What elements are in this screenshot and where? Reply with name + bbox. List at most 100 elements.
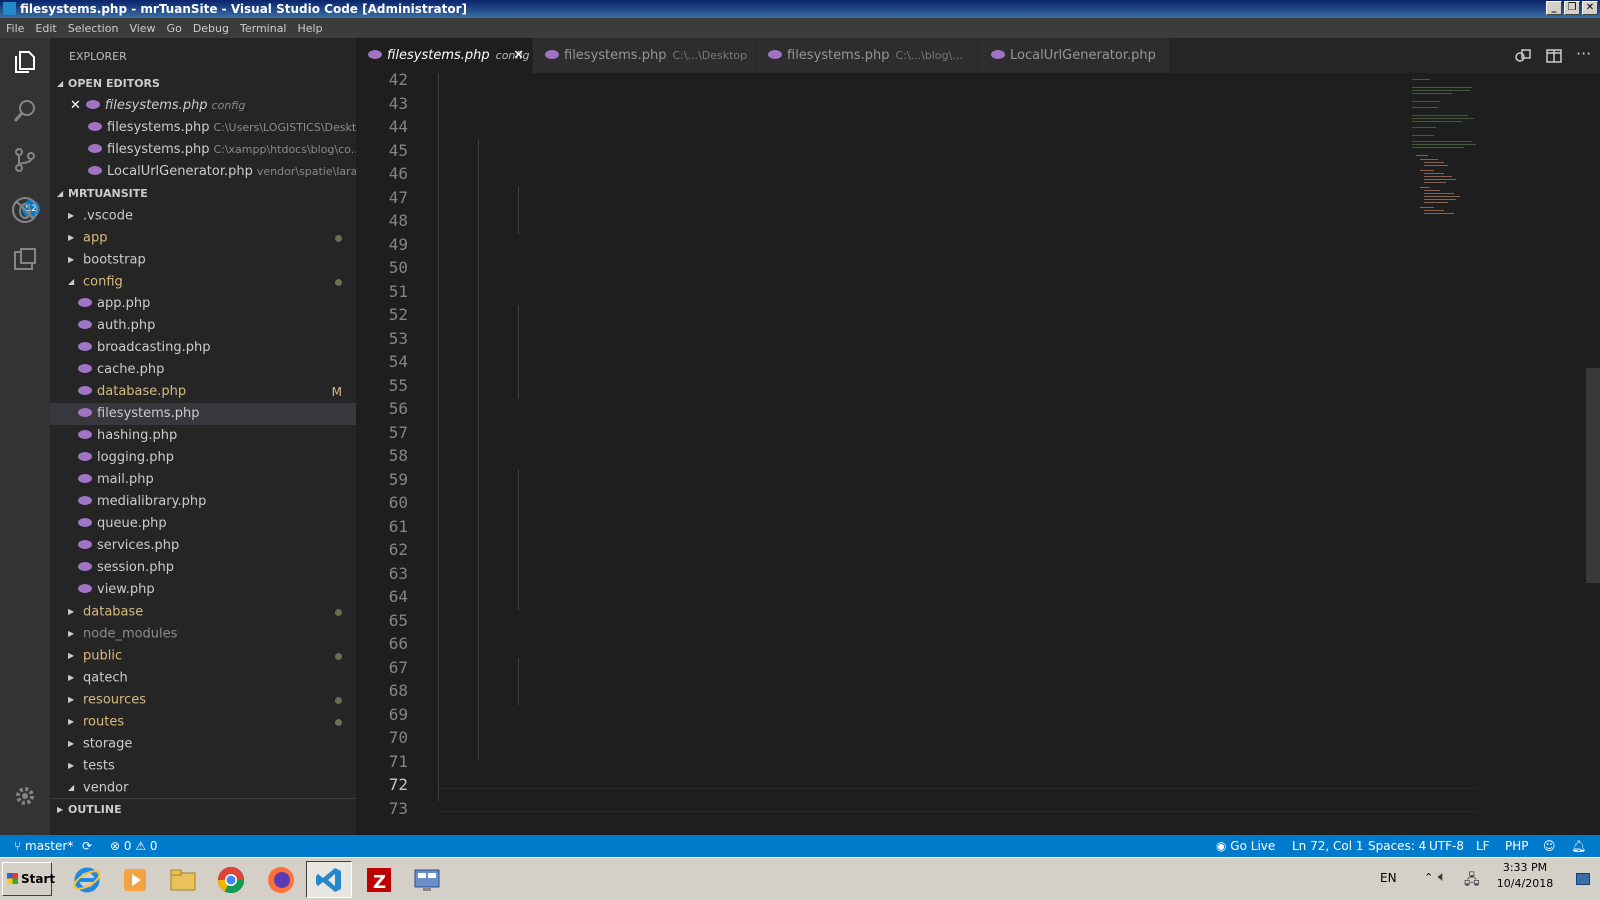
menu-debug[interactable]: Debug bbox=[193, 22, 229, 35]
firefox-icon[interactable] bbox=[258, 861, 304, 898]
tree-file[interactable]: logging.php bbox=[50, 447, 356, 469]
tree-folder[interactable]: ▶ database bbox=[50, 601, 356, 623]
line-number: 50 bbox=[388, 258, 408, 277]
tree-file[interactable]: queue.php bbox=[50, 513, 356, 535]
go-live-button[interactable]: ◉ Go Live bbox=[1216, 835, 1275, 857]
vscode-taskbar-icon[interactable] bbox=[306, 861, 352, 898]
start-button[interactable]: Start bbox=[2, 862, 55, 896]
tree-file[interactable]: hashing.php bbox=[50, 425, 356, 447]
close-window-button[interactable]: ✕ bbox=[1582, 1, 1598, 15]
tree-file[interactable]: medialibrary.php bbox=[50, 491, 356, 513]
line-number: 42 bbox=[388, 73, 408, 89]
menu-go[interactable]: Go bbox=[167, 22, 182, 35]
branch-indicator[interactable]: ⑂ master* bbox=[14, 835, 73, 857]
vscode-logo-icon bbox=[3, 2, 16, 15]
tree-folder[interactable]: ◢ config bbox=[50, 271, 356, 293]
tree-folder[interactable]: ▶ node_modules bbox=[50, 623, 356, 645]
php-file-icon bbox=[78, 408, 92, 417]
tree-folder[interactable]: ▶ storage bbox=[50, 733, 356, 755]
volume-icon[interactable]: 🔈︎ bbox=[1438, 869, 1446, 885]
tree-folder[interactable]: ▶ qatech bbox=[50, 667, 356, 689]
php-file-icon bbox=[78, 496, 92, 505]
minimap[interactable] bbox=[1410, 73, 1490, 218]
php-file-icon bbox=[88, 166, 102, 175]
remote-desktop-icon[interactable] bbox=[404, 861, 450, 898]
settings-gear-icon[interactable] bbox=[9, 780, 41, 812]
tree-folder[interactable]: ▶ bootstrap bbox=[50, 249, 356, 271]
clock-date[interactable]: 10/4/2018 bbox=[1490, 877, 1560, 890]
tab-filesystems-blog[interactable]: filesystems.php C:\...\blog\... bbox=[756, 38, 978, 73]
tree-file[interactable]: services.php bbox=[50, 535, 356, 557]
close-icon[interactable]: ✕ bbox=[70, 98, 81, 113]
tree-folder[interactable]: ▶ .vscode bbox=[50, 205, 356, 227]
tree-file[interactable]: auth.php bbox=[50, 315, 356, 337]
ie-icon[interactable] bbox=[64, 861, 110, 898]
split-editor-icon[interactable] bbox=[1545, 47, 1563, 69]
tree-file[interactable]: session.php bbox=[50, 557, 356, 579]
outline-header[interactable]: ▶ OUTLINE bbox=[50, 798, 356, 820]
tree-file[interactable]: mail.php bbox=[50, 469, 356, 491]
problems-indicator[interactable]: ⊗ 0 ⚠ 0 bbox=[110, 835, 158, 857]
minimize-button[interactable]: _ bbox=[1546, 1, 1562, 15]
show-desktop-icon[interactable] bbox=[1576, 873, 1590, 885]
open-editor-item[interactable]: filesystems.php C:\xampp\htdocs\blog\co..… bbox=[50, 139, 356, 161]
encoding[interactable]: UTF-8 bbox=[1429, 835, 1464, 857]
menu-selection[interactable]: Selection bbox=[68, 22, 119, 35]
tree-folder[interactable]: ▶ tests bbox=[50, 755, 356, 777]
tab-localurlgenerator[interactable]: LocalUrlGenerator.php bbox=[979, 38, 1169, 73]
more-actions-icon[interactable]: ··· bbox=[1576, 44, 1591, 63]
open-editors-header[interactable]: ◢ OPEN EDITORS bbox=[50, 73, 356, 95]
indentation[interactable]: Spaces: 4 bbox=[1368, 835, 1426, 857]
tab-filesystems-config[interactable]: filesystems.php config ✕ bbox=[356, 38, 532, 73]
tree-folder[interactable]: ▶ resources bbox=[50, 689, 356, 711]
tree-file[interactable]: database.php M bbox=[50, 381, 356, 403]
menu-terminal[interactable]: Terminal bbox=[240, 22, 287, 35]
chrome-icon[interactable] bbox=[208, 861, 254, 898]
clock-time[interactable]: 3:33 PM bbox=[1490, 861, 1560, 874]
cursor-position[interactable]: Ln 72, Col 1 bbox=[1292, 835, 1364, 857]
notifications-bell-icon[interactable]: 🔔︎ bbox=[1571, 835, 1586, 857]
open-changes-icon[interactable] bbox=[1514, 47, 1532, 69]
open-editor-item[interactable]: ✕ filesystems.php config bbox=[50, 95, 356, 117]
menu-view[interactable]: View bbox=[129, 22, 155, 35]
tree-file[interactable]: cache.php bbox=[50, 359, 356, 381]
modified-dot bbox=[335, 609, 342, 616]
tree-file-selected[interactable]: filesystems.php bbox=[50, 403, 356, 425]
network-icon[interactable]: 🖧︎ bbox=[1464, 869, 1480, 893]
language-indicator[interactable]: EN bbox=[1380, 871, 1397, 885]
chevron-right-icon: ▶ bbox=[57, 805, 64, 814]
tree-folder[interactable]: ▶ routes bbox=[50, 711, 356, 733]
menu-file[interactable]: File bbox=[6, 22, 24, 35]
tree-file[interactable]: view.php bbox=[50, 579, 356, 601]
open-editor-item[interactable]: LocalUrlGenerator.phpvendor\spatie\larav… bbox=[50, 161, 356, 183]
end-of-line[interactable]: LF bbox=[1476, 835, 1490, 857]
source-control-icon[interactable] bbox=[9, 144, 41, 176]
tray-expand-icon[interactable]: ⌃ bbox=[1424, 871, 1433, 884]
tab-filesystems-desktop[interactable]: filesystems.php C:\...\Desktop bbox=[533, 38, 755, 73]
tree-folder[interactable]: ▶ public bbox=[50, 645, 356, 667]
close-tab-icon[interactable]: ✕ bbox=[513, 38, 524, 73]
filezilla-icon[interactable]: Z bbox=[356, 861, 402, 898]
php-file-icon bbox=[545, 50, 559, 59]
debug-icon[interactable] bbox=[9, 194, 41, 226]
project-header[interactable]: ◢ MRTUANSITE bbox=[50, 183, 356, 205]
line-number: 63 bbox=[388, 563, 408, 583]
search-icon[interactable] bbox=[9, 95, 41, 127]
extensions-icon[interactable] bbox=[9, 243, 41, 275]
tree-file[interactable]: app.php bbox=[50, 293, 356, 315]
explorer-icon[interactable] bbox=[9, 46, 41, 78]
open-editor-item[interactable]: filesystems.php C:\Users\LOGISTICS\Deskto… bbox=[50, 117, 356, 139]
sync-icon[interactable]: ⟳ bbox=[82, 835, 92, 857]
vertical-scrollbar[interactable] bbox=[1586, 368, 1600, 583]
menu-edit[interactable]: Edit bbox=[35, 22, 56, 35]
menu-help[interactable]: Help bbox=[298, 22, 323, 35]
tree-folder[interactable]: ▶ app bbox=[50, 227, 356, 249]
code-editor[interactable]: 42 43 44 45 46 47 48 49 50 51 52 53 54 5… bbox=[356, 73, 1600, 835]
line-number: 46 bbox=[388, 164, 408, 183]
restore-button[interactable]: ❐ bbox=[1564, 1, 1580, 15]
file-explorer-icon[interactable] bbox=[160, 861, 206, 898]
language-mode[interactable]: PHP bbox=[1505, 835, 1529, 857]
tree-file[interactable]: broadcasting.php bbox=[50, 337, 356, 359]
media-player-icon[interactable] bbox=[112, 861, 158, 898]
feedback-smiley-icon[interactable]: ☺ bbox=[1543, 835, 1556, 857]
